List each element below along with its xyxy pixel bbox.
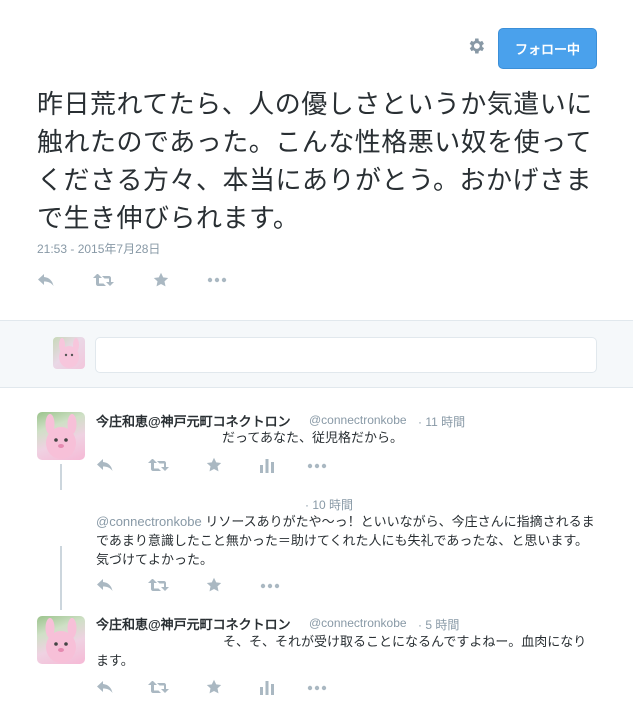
tweet-timestamp[interactable]: 21:53 - 2015年7月28日 (37, 240, 160, 257)
tweet-text: だってあなた、従児格だから。 (222, 430, 403, 445)
more-icon[interactable] (307, 685, 327, 691)
favorite-icon[interactable] (206, 577, 222, 593)
retweet-icon[interactable] (93, 272, 115, 288)
tweet-actions (96, 577, 346, 595)
retweet-icon[interactable] (148, 577, 170, 593)
author-handle[interactable]: @connectronkobe (309, 413, 407, 427)
thread-connector (60, 464, 62, 490)
retweet-icon[interactable] (148, 679, 170, 695)
author-handle[interactable]: @connectronkobe (309, 616, 407, 630)
tweet-text: @connectronkobe リソースありがたや〜っ！といいながら、今庄さんに… (96, 512, 596, 569)
more-icon[interactable] (307, 463, 327, 469)
tweet-actions (37, 270, 265, 290)
tweet-time[interactable]: · 10 時間 (305, 496, 353, 513)
tweet-actions (96, 679, 346, 697)
current-user-avatar (53, 337, 85, 369)
tweet-time[interactable]: · 5 時間 (418, 616, 459, 633)
reply-icon[interactable] (96, 577, 114, 593)
favorite-icon[interactable] (206, 457, 222, 473)
thread-connector (60, 546, 62, 610)
gear-icon (469, 38, 484, 54)
more-icon[interactable] (207, 277, 227, 283)
tweet-page: フォロー中 昨日荒れてたら、人の優しさというか気遣いに触れたのであった。こんな性… (0, 0, 633, 702)
more-icon[interactable] (260, 583, 280, 589)
mention-link[interactable]: @connectronkobe (96, 514, 202, 529)
tweet-text: 昨日荒れてたら、人の優しさというか気遣いに触れたのであった。こんな性格悪い奴を使… (37, 90, 593, 234)
avatar[interactable] (37, 616, 85, 664)
settings-button[interactable] (464, 34, 488, 58)
tweet-text: そ、そ、それが受け取ることになるんですよねー。血肉になります。 (96, 634, 587, 668)
tweet-actions (96, 457, 346, 475)
reply-icon[interactable] (96, 679, 114, 695)
reply-input[interactable] (95, 337, 597, 373)
retweet-icon[interactable] (148, 457, 170, 473)
reply-icon[interactable] (37, 272, 55, 288)
favorite-icon[interactable] (153, 272, 169, 288)
author-name[interactable]: 今庄和恵@神戸元町コネクトロン (96, 614, 291, 633)
favorite-icon[interactable] (206, 679, 222, 695)
analytics-icon[interactable] (260, 457, 274, 473)
following-button[interactable]: フォロー中 (498, 28, 597, 69)
reply-composer (0, 320, 633, 388)
analytics-icon[interactable] (260, 679, 274, 695)
avatar[interactable] (37, 412, 85, 460)
reply-icon[interactable] (96, 457, 114, 473)
